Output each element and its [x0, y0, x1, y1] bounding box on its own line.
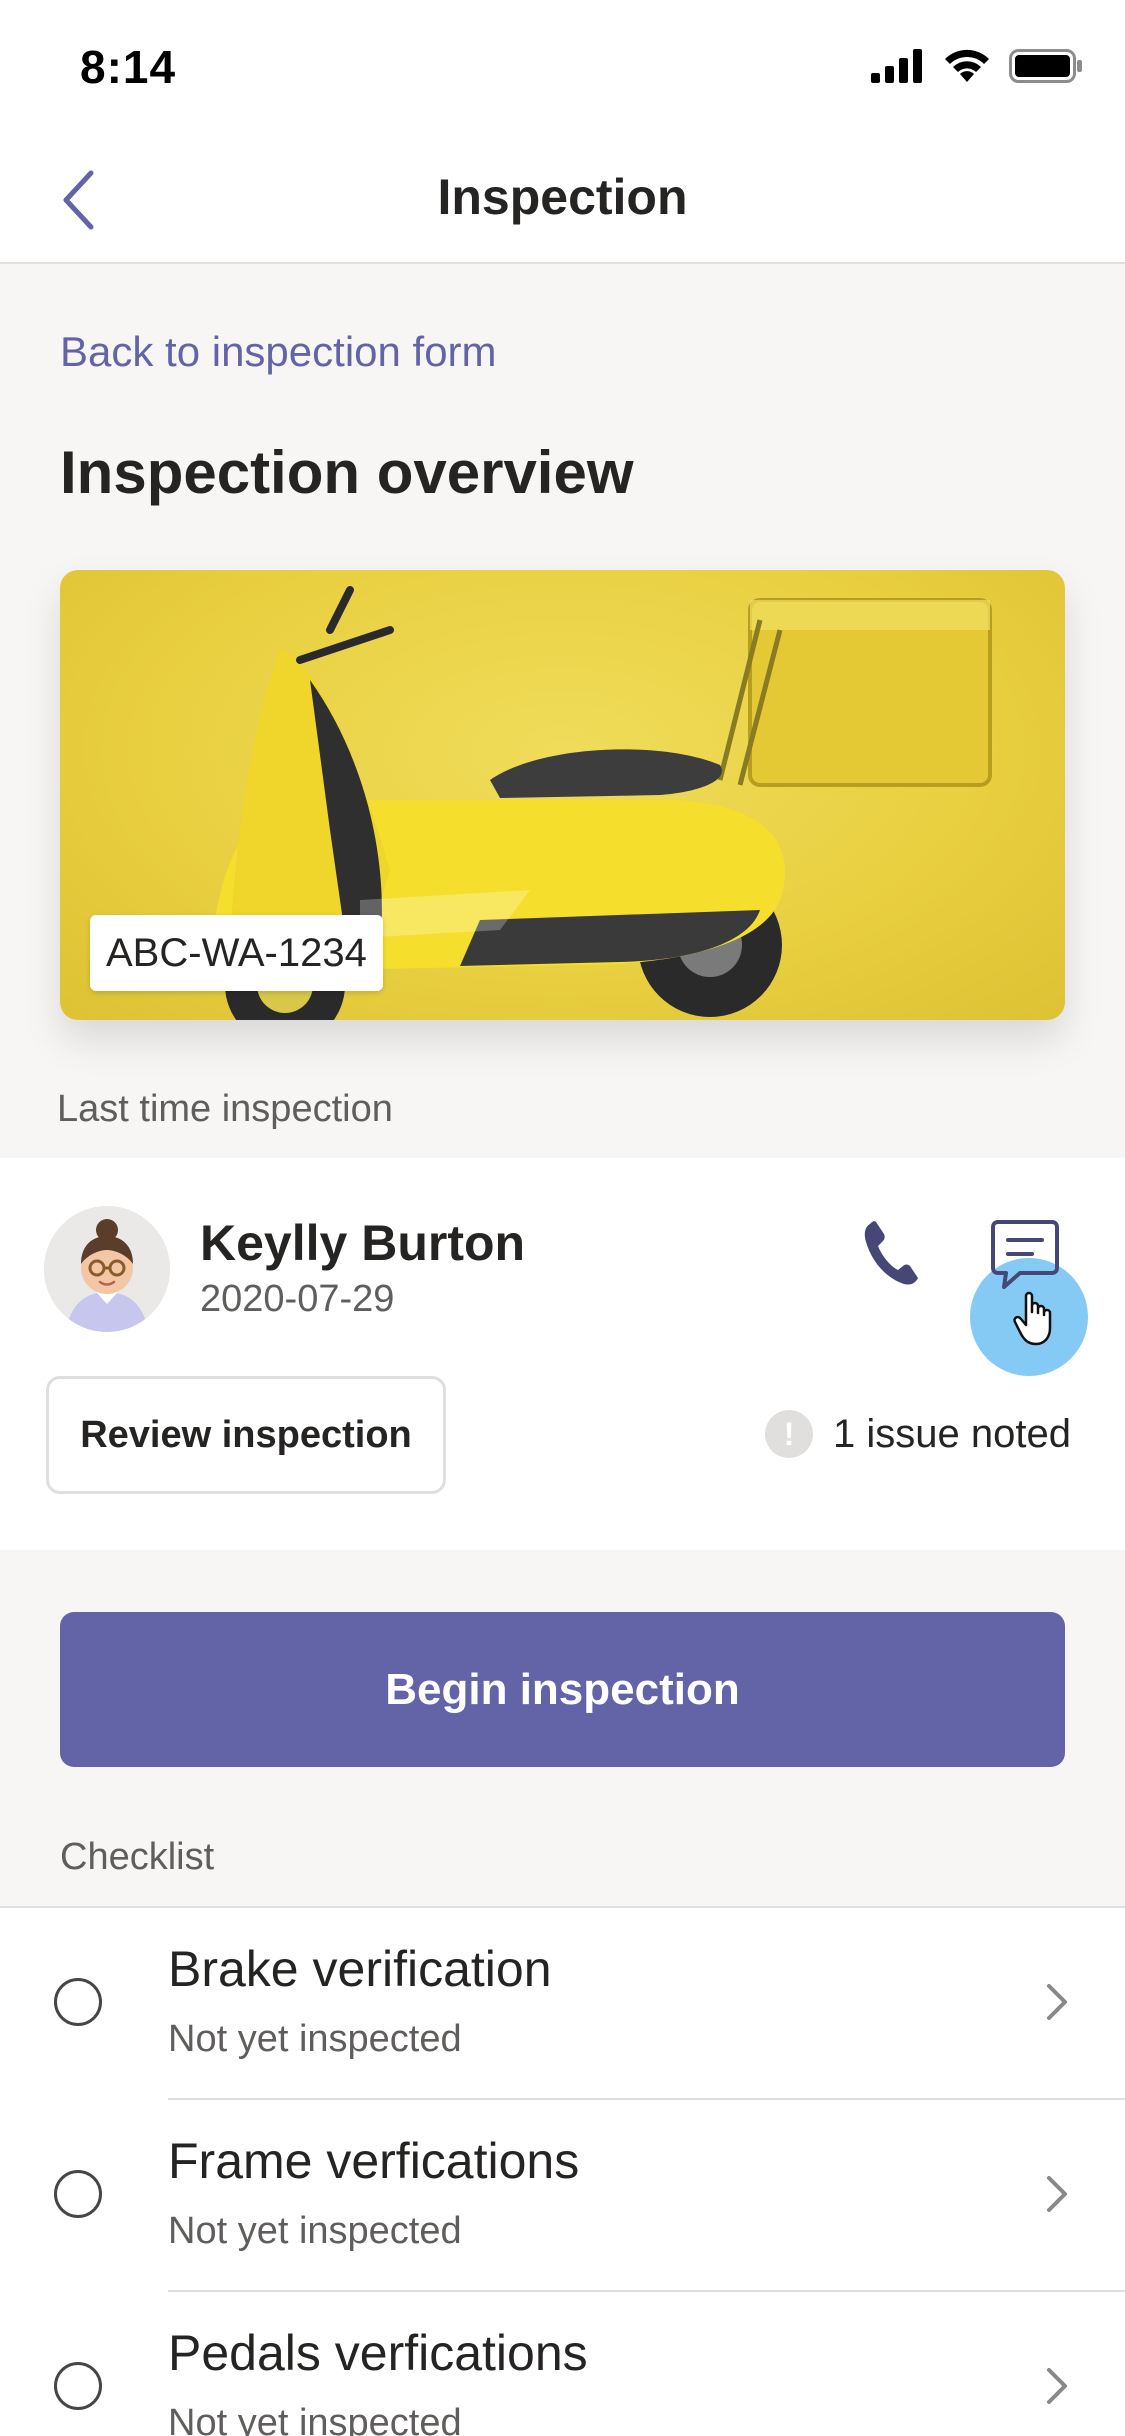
checklist-item-status: Not yet inspected — [168, 2018, 462, 2060]
issue-summary: ! 1 issue noted — [765, 1410, 1071, 1458]
back-to-form-link[interactable]: Back to inspection form — [60, 328, 497, 376]
unchecked-circle-icon[interactable] — [54, 2362, 102, 2410]
checklist-item-status: Not yet inspected — [168, 2210, 462, 2252]
review-inspection-button[interactable]: Review inspection — [46, 1376, 446, 1494]
checklist-item-title: Pedals verfications — [168, 2325, 588, 2381]
last-inspection-label: Last time inspection — [57, 1088, 393, 1130]
license-plate-label: ABC-WA-1234 — [90, 915, 383, 991]
wifi-icon — [945, 49, 989, 82]
unchecked-circle-icon[interactable] — [54, 1978, 102, 2026]
vehicle-image: ABC-WA-1234 — [60, 570, 1065, 1020]
checklist-item-status: Not yet inspected — [168, 2402, 462, 2436]
status-bar: 8:14 — [0, 0, 1125, 132]
issue-count-label: 1 issue noted — [833, 1411, 1071, 1456]
alert-icon: ! — [765, 1410, 814, 1458]
battery-icon — [1009, 49, 1082, 83]
checklist-label: Checklist — [60, 1836, 215, 1878]
section-title: Inspection overview — [60, 439, 634, 506]
chevron-right-icon — [1047, 2176, 1067, 2212]
list-item[interactable]: Pedals verfications Not yet inspected — [0, 2292, 1125, 2436]
list-item[interactable]: Frame verfications Not yet inspected — [0, 2100, 1125, 2292]
phone-icon — [864, 1221, 918, 1285]
cellular-signal-icon — [871, 49, 922, 83]
hand-cursor-icon — [1013, 1291, 1052, 1346]
status-time: 8:14 — [80, 41, 177, 93]
last-inspection-card: Keylly Burton 2020-07-29 Review inspecti… — [0, 1158, 1125, 1550]
chevron-right-icon — [1047, 2368, 1067, 2404]
call-button[interactable] — [860, 1218, 920, 1288]
unchecked-circle-icon[interactable] — [54, 2170, 102, 2218]
chevron-right-icon — [1047, 1984, 1067, 2020]
nav-bar: Inspection — [0, 132, 1125, 264]
checklist-item-title: Brake verification — [168, 1941, 552, 1997]
chat-icon — [991, 1220, 1059, 1289]
inspector-name: Keylly Burton — [200, 1215, 526, 1271]
avatar-illustration — [44, 1206, 170, 1332]
checklist: Brake verification Not yet inspected Fra… — [0, 1906, 1125, 2436]
status-icons — [871, 48, 1083, 84]
page-title: Inspection — [437, 169, 688, 225]
chat-button[interactable] — [990, 1218, 1060, 1290]
checklist-item-title: Frame verfications — [168, 2133, 580, 2189]
avatar — [44, 1206, 170, 1332]
list-item[interactable]: Brake verification Not yet inspected — [0, 1908, 1125, 2100]
inspection-date: 2020-07-29 — [200, 1278, 395, 1320]
begin-inspection-button[interactable]: Begin inspection — [60, 1612, 1065, 1767]
